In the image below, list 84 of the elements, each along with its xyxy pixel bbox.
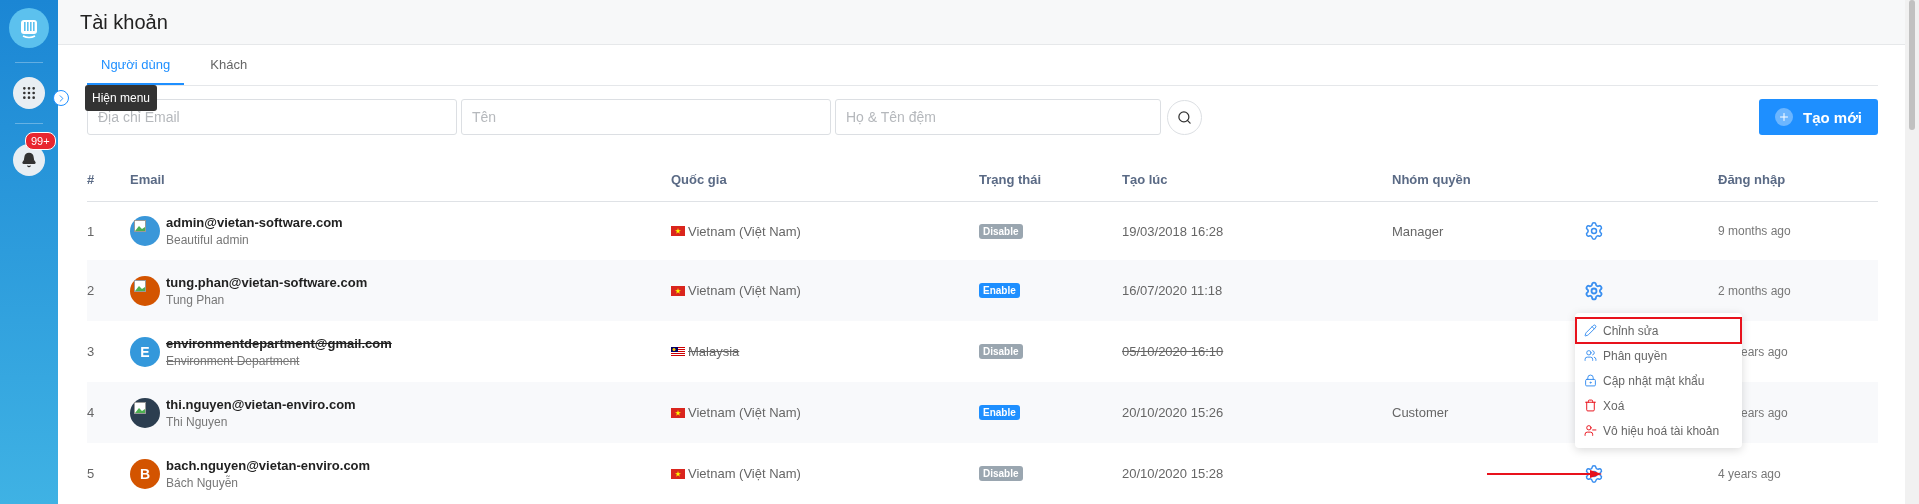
user-name: Bách Nguyễn bbox=[166, 475, 240, 490]
column-header: Email bbox=[130, 171, 166, 187]
search-button[interactable] bbox=[1167, 99, 1202, 135]
table-cell-text: 20/10/2020 15:26 bbox=[1122, 405, 1225, 420]
user-email: admin@vietan-software.com bbox=[166, 215, 343, 230]
table-cell-text: ears ago bbox=[1740, 344, 1789, 359]
table-cell: Vietnam (Việt Nam) bbox=[688, 405, 801, 420]
table-cell: Vietnam (Việt Nam) bbox=[688, 283, 801, 298]
pencil-icon bbox=[1584, 324, 1597, 337]
user-email: environmentdepartment@gmail.com bbox=[166, 335, 392, 351]
menu-item[interactable]: Vô hiệu hoá tài khoản bbox=[1577, 419, 1740, 442]
create-button[interactable]: Tạo mới bbox=[1759, 99, 1878, 135]
lock-icon bbox=[1584, 374, 1597, 387]
settings-icon[interactable] bbox=[1584, 280, 1604, 301]
table-cell: Vietnam (Việt Nam) bbox=[688, 466, 801, 481]
status-badge: Enable bbox=[979, 283, 1020, 298]
status-badge: Disable bbox=[979, 344, 1023, 359]
status-badge: Disable bbox=[979, 466, 1023, 481]
table-cell-text: 4 years ago bbox=[1718, 466, 1782, 481]
page-title: Tài khoản bbox=[80, 10, 168, 34]
menu-item[interactable]: Xoá bbox=[1577, 394, 1740, 417]
flag-icon bbox=[671, 285, 685, 296]
table-cell-text: 16/07/2020 11:18 bbox=[1122, 283, 1224, 298]
flag-icon bbox=[671, 226, 685, 236]
expand-button[interactable] bbox=[53, 90, 69, 106]
scrollbar[interactable] bbox=[1905, 0, 1919, 504]
avatar: E bbox=[130, 336, 160, 367]
tooltip: Hiện menu bbox=[85, 85, 158, 111]
column-header: Quốc gia bbox=[671, 171, 728, 187]
flag-icon bbox=[671, 346, 685, 357]
tab[interactable]: Khách bbox=[196, 45, 262, 85]
logo-icon[interactable] bbox=[9, 8, 49, 48]
column-header: # bbox=[87, 171, 96, 187]
tab[interactable]: Người dùng bbox=[87, 45, 185, 85]
status-badge: Enable bbox=[979, 405, 1020, 420]
status-badge: Disable bbox=[979, 223, 1023, 239]
table-cell-text: 9 months ago bbox=[1718, 224, 1792, 238]
table-cell-text: 19/03/2018 16:28 bbox=[1122, 223, 1225, 239]
user-name: Thi Nguyen bbox=[166, 414, 229, 429]
table-cell-text: ears ago bbox=[1740, 405, 1789, 420]
column-header: Tạo lúc bbox=[1122, 171, 1169, 187]
table-cell-text: Manager bbox=[1392, 223, 1445, 239]
table-cell-text: 5 bbox=[87, 466, 96, 481]
menu-item[interactable]: Cập nhật mật khẩu bbox=[1577, 369, 1740, 392]
column-header: Đăng nhập bbox=[1718, 171, 1787, 187]
table-cell: Malaysia bbox=[688, 344, 740, 359]
bell-icon bbox=[21, 152, 37, 168]
search-field[interactable]: Họ & Tên đệm bbox=[835, 99, 1161, 135]
table-cell: Vietnam (Việt Nam) bbox=[688, 223, 801, 239]
plus-icon bbox=[1775, 108, 1793, 126]
user-email: bach.nguyen@vietan-enviro.com bbox=[166, 457, 371, 473]
search-icon bbox=[1177, 109, 1192, 125]
broken-image-icon bbox=[134, 279, 146, 292]
apps-button[interactable] bbox=[13, 77, 45, 109]
table-cell-text: 1 bbox=[87, 223, 96, 239]
column-header: Nhóm quyền bbox=[1392, 171, 1472, 187]
user-email: tung.phan@vietan-software.com bbox=[166, 274, 368, 290]
table-cell-text: 4 bbox=[87, 405, 96, 420]
user-name: Beautiful admin bbox=[166, 233, 250, 247]
user-name: Tung Phan bbox=[166, 292, 226, 307]
trash-icon bbox=[1584, 399, 1597, 412]
broken-image-icon bbox=[134, 401, 146, 414]
flag-icon bbox=[671, 468, 685, 479]
table-cell-text: 2 months ago bbox=[1718, 283, 1792, 298]
user-name: Environment Department bbox=[166, 353, 301, 368]
column-header: Trạng thái bbox=[979, 171, 1043, 187]
avatar: B bbox=[130, 458, 160, 489]
user-minus-icon bbox=[1584, 424, 1597, 437]
notification-button[interactable] bbox=[13, 144, 45, 176]
grid-icon bbox=[21, 85, 37, 101]
menu-item[interactable]: Chỉnh sửa bbox=[1577, 319, 1740, 342]
user-email: thi.nguyen@vietan-enviro.com bbox=[166, 396, 356, 412]
users-icon bbox=[1584, 349, 1597, 362]
notification-badge: 99+ bbox=[25, 132, 56, 150]
search-field[interactable]: Tên bbox=[461, 99, 831, 135]
flag-icon bbox=[671, 407, 685, 418]
settings-icon[interactable] bbox=[1584, 221, 1604, 241]
table-cell-text: 2 bbox=[87, 283, 96, 298]
table-cell-text: 05/10/2020 16:10 bbox=[1122, 344, 1225, 359]
table-cell-text: 3 bbox=[87, 344, 96, 359]
menu-item[interactable]: Phân quyền bbox=[1577, 344, 1740, 367]
table-cell-text: Customer bbox=[1392, 405, 1450, 420]
table-cell-text: 20/10/2020 15:28 bbox=[1122, 466, 1225, 481]
broken-image-icon bbox=[134, 220, 146, 232]
